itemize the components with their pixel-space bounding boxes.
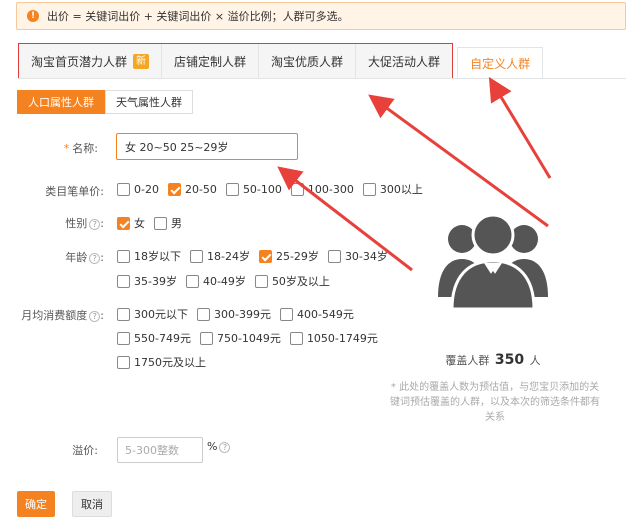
arrow-to-custom-tab	[488, 76, 552, 179]
annotation-arrows	[277, 76, 552, 272]
arrow-to-tab-group	[368, 94, 549, 228]
arrow-to-name-input	[277, 166, 413, 272]
